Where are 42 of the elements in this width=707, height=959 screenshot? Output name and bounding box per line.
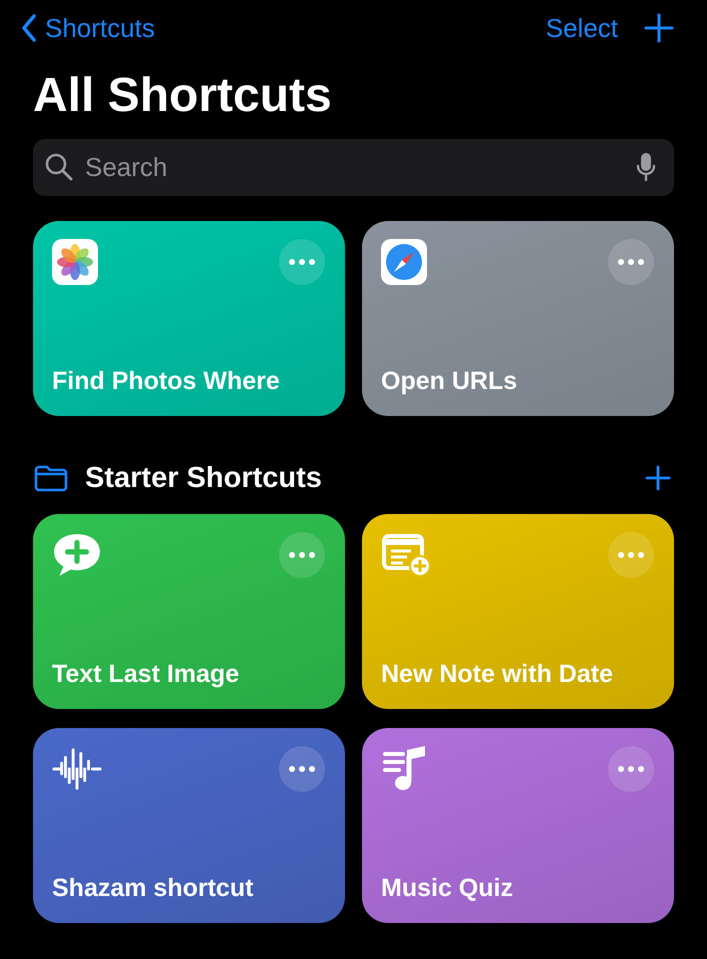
more-button[interactable] [279, 746, 325, 792]
shortcut-name: Open URLs [381, 366, 518, 396]
folder-title: Starter Shortcuts [85, 462, 323, 495]
plus-icon [644, 13, 674, 43]
shortcut-name: Text Last Image [52, 660, 240, 689]
search-bar[interactable]: Search [33, 138, 674, 196]
more-button[interactable] [608, 238, 654, 285]
ellipsis-icon [618, 552, 644, 558]
more-button[interactable] [279, 532, 325, 578]
shortcut-name: Find Photos Where [52, 366, 281, 396]
select-button[interactable]: Select [546, 12, 618, 44]
shortcut-card[interactable]: Music Quiz [362, 728, 674, 923]
ellipsis-icon [289, 766, 315, 772]
shortcut-name: New Note with Date [381, 660, 614, 689]
speech-bubble-plus-icon [52, 532, 102, 578]
microphone-icon[interactable] [636, 152, 656, 182]
ellipsis-icon [618, 258, 644, 265]
search-icon [45, 153, 73, 182]
page-title: All Shortcuts [33, 70, 333, 123]
shortcut-name: Shazam shortcut [52, 874, 254, 903]
folder-icon [33, 464, 69, 492]
shortcut-card[interactable]: Find Photos Where [33, 220, 345, 416]
more-button[interactable] [279, 238, 325, 285]
search-field[interactable]: Search [83, 150, 626, 184]
plus-icon [645, 465, 671, 492]
add-button[interactable] [645, 465, 671, 492]
back-button[interactable]: Shortcuts [21, 12, 155, 44]
ellipsis-icon [289, 258, 315, 265]
shortcut-card[interactable]: New Note with Date [362, 514, 674, 709]
shortcut-card[interactable]: Shazam shortcut [33, 728, 345, 923]
flower-icon [52, 238, 98, 285]
shortcut-card[interactable]: Text Last Image [33, 514, 345, 709]
note-plus-icon [381, 532, 431, 578]
chevron-icon [21, 14, 37, 42]
more-button[interactable] [608, 746, 654, 792]
add-button[interactable] [644, 13, 674, 43]
shortcut-name: Music Quiz [381, 874, 514, 903]
ellipsis-icon [289, 552, 315, 558]
waveform-icon [52, 746, 102, 792]
ellipsis-icon [618, 766, 644, 772]
shortcut-card[interactable]: Open URLs [362, 220, 674, 416]
compass-icon [381, 238, 427, 285]
